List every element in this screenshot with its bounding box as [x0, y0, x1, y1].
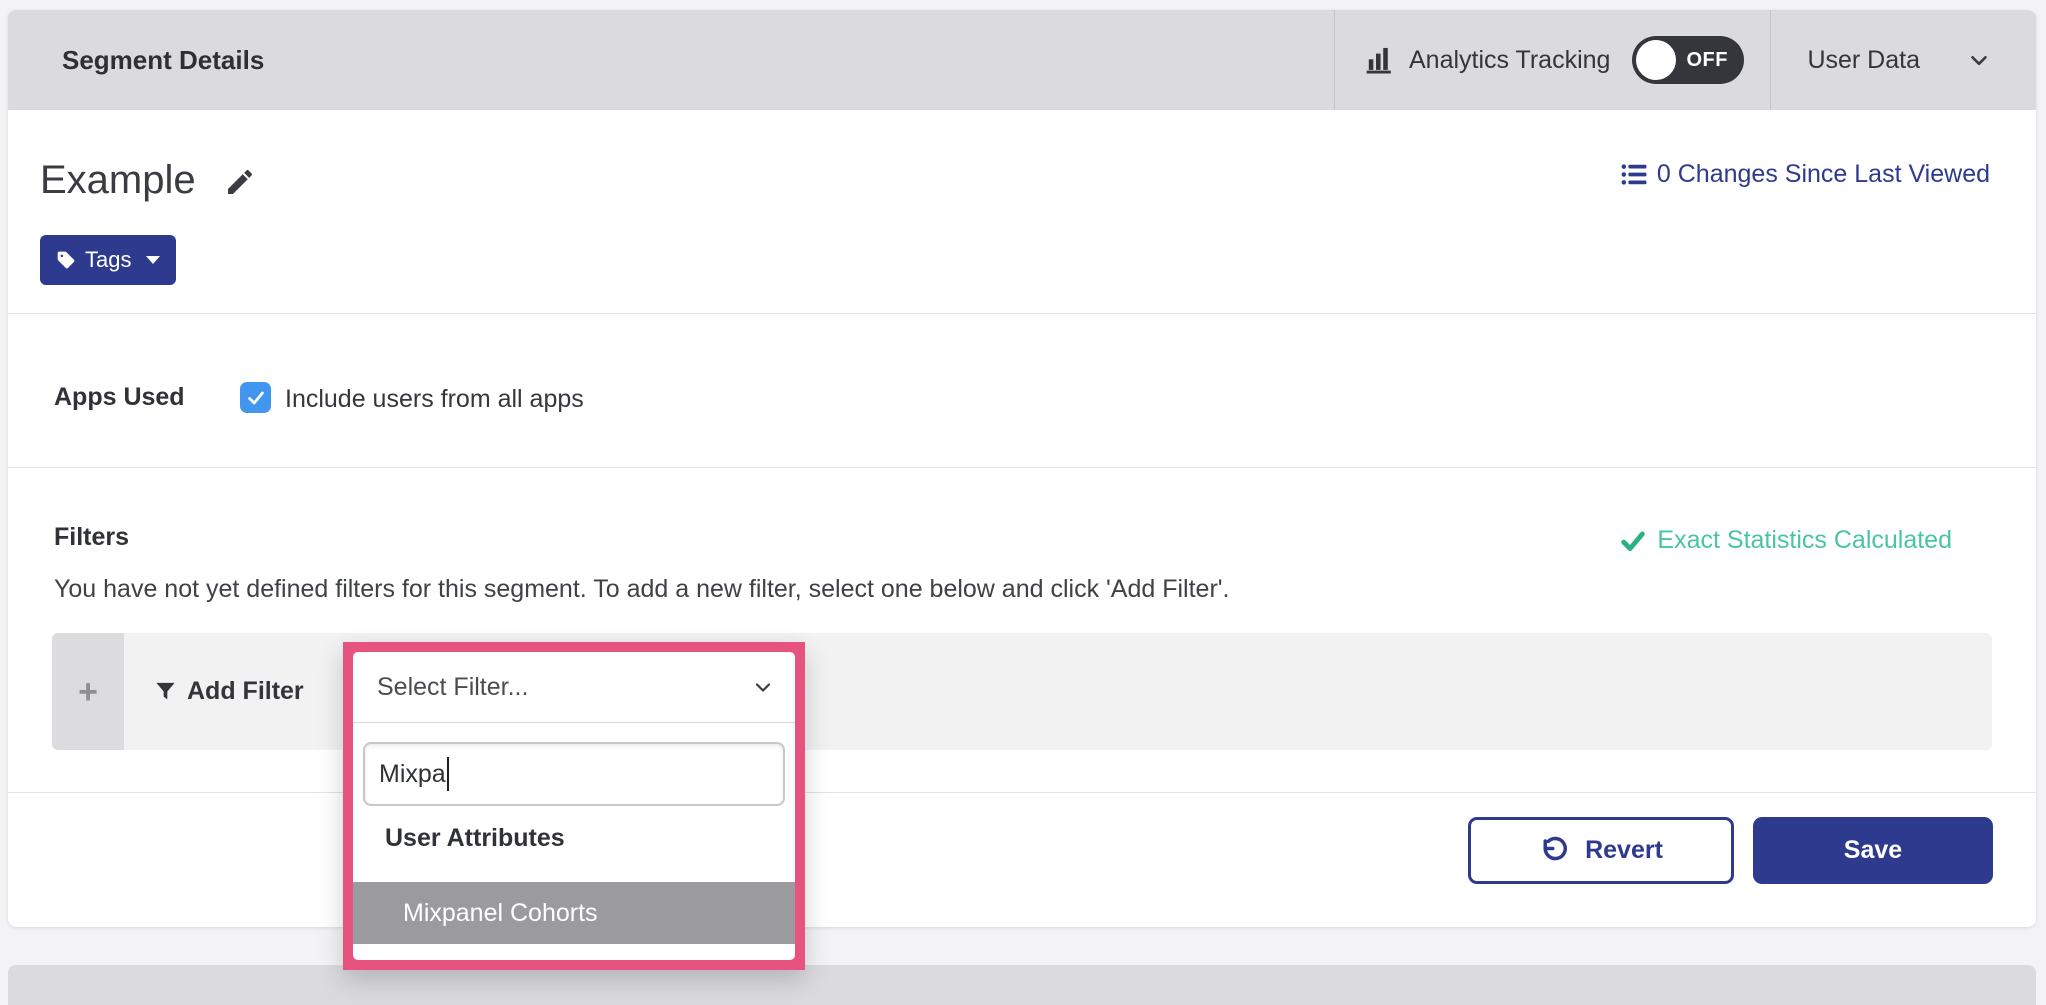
add-filter-plus-button[interactable]: +: [52, 633, 124, 750]
tag-icon: [56, 250, 76, 270]
tags-button-label: Tags: [85, 247, 131, 273]
page-title: Segment Details: [62, 45, 264, 76]
next-section-header: [8, 965, 2036, 1005]
chevron-down-icon: [751, 675, 775, 699]
segment-details-card: Segment Details Analytics Tracking OFF: [8, 10, 2036, 927]
text-cursor: [447, 757, 449, 791]
changes-link-label: 0 Changes Since Last Viewed: [1657, 160, 1990, 189]
toggle-state-label: OFF: [1686, 49, 1728, 72]
revert-button[interactable]: Revert: [1468, 817, 1734, 884]
tags-button[interactable]: Tags: [40, 235, 176, 285]
changes-list-icon: [1620, 161, 1647, 188]
undo-icon: [1539, 836, 1569, 866]
analytics-tracking-block: Analytics Tracking OFF: [1335, 10, 1770, 110]
changes-since-last-viewed-link[interactable]: 0 Changes Since Last Viewed: [1620, 160, 1990, 189]
check-icon: [1619, 527, 1647, 555]
card-header: Segment Details Analytics Tracking OFF: [8, 10, 2036, 110]
save-button[interactable]: Save: [1753, 817, 1993, 884]
caret-down-icon: [146, 256, 160, 264]
filter-search-value: Mixpa: [379, 760, 446, 789]
include-all-apps-checkbox[interactable]: [240, 382, 271, 413]
dropdown-group-header: User Attributes: [385, 824, 565, 853]
pencil-icon[interactable]: [224, 166, 256, 198]
analytics-tracking-toggle[interactable]: OFF: [1632, 36, 1744, 84]
bar-chart-icon: [1361, 43, 1395, 77]
toggle-knob: [1636, 40, 1676, 80]
analytics-tracking-label: Analytics Tracking: [1409, 46, 1610, 75]
segment-title-row: Example: [40, 156, 256, 204]
apps-used-label: Apps Used: [54, 383, 185, 412]
user-data-label: User Data: [1807, 46, 1920, 75]
section-divider: [8, 467, 2036, 468]
filter-select-placeholder: Select Filter...: [377, 673, 528, 702]
pink-highlight-frame: Select Filter... Mixpa User Attributes M…: [343, 642, 805, 970]
funnel-icon: [154, 680, 177, 703]
section-divider: [8, 792, 2036, 793]
dropdown-option-mixpanel-cohorts[interactable]: Mixpanel Cohorts: [353, 882, 795, 944]
exact-statistics-label: Exact Statistics Calculated: [1657, 526, 1952, 555]
user-data-dropdown[interactable]: User Data: [1771, 10, 2036, 110]
section-divider: [8, 313, 2036, 314]
include-all-apps-label: Include users from all apps: [285, 385, 584, 414]
filter-dropdown-panel: Select Filter... Mixpa User Attributes M…: [353, 652, 795, 960]
filter-select[interactable]: Select Filter...: [353, 652, 795, 723]
add-filter-label-group: Add Filter: [154, 633, 304, 750]
header-right: Analytics Tracking OFF User Data: [1334, 10, 2036, 110]
filters-description: You have not yet defined filters for thi…: [54, 575, 1230, 604]
chevron-down-icon: [1920, 47, 1992, 73]
plus-icon: +: [78, 675, 98, 709]
segment-name: Example: [40, 156, 196, 204]
filters-heading: Filters: [54, 523, 129, 552]
revert-button-label: Revert: [1585, 836, 1663, 865]
filter-search-input[interactable]: Mixpa: [363, 742, 785, 806]
exact-statistics-status: Exact Statistics Calculated: [1619, 526, 1952, 555]
checkmark-icon: [245, 387, 267, 409]
add-filter-label: Add Filter: [187, 677, 304, 706]
save-button-label: Save: [1844, 836, 1902, 865]
